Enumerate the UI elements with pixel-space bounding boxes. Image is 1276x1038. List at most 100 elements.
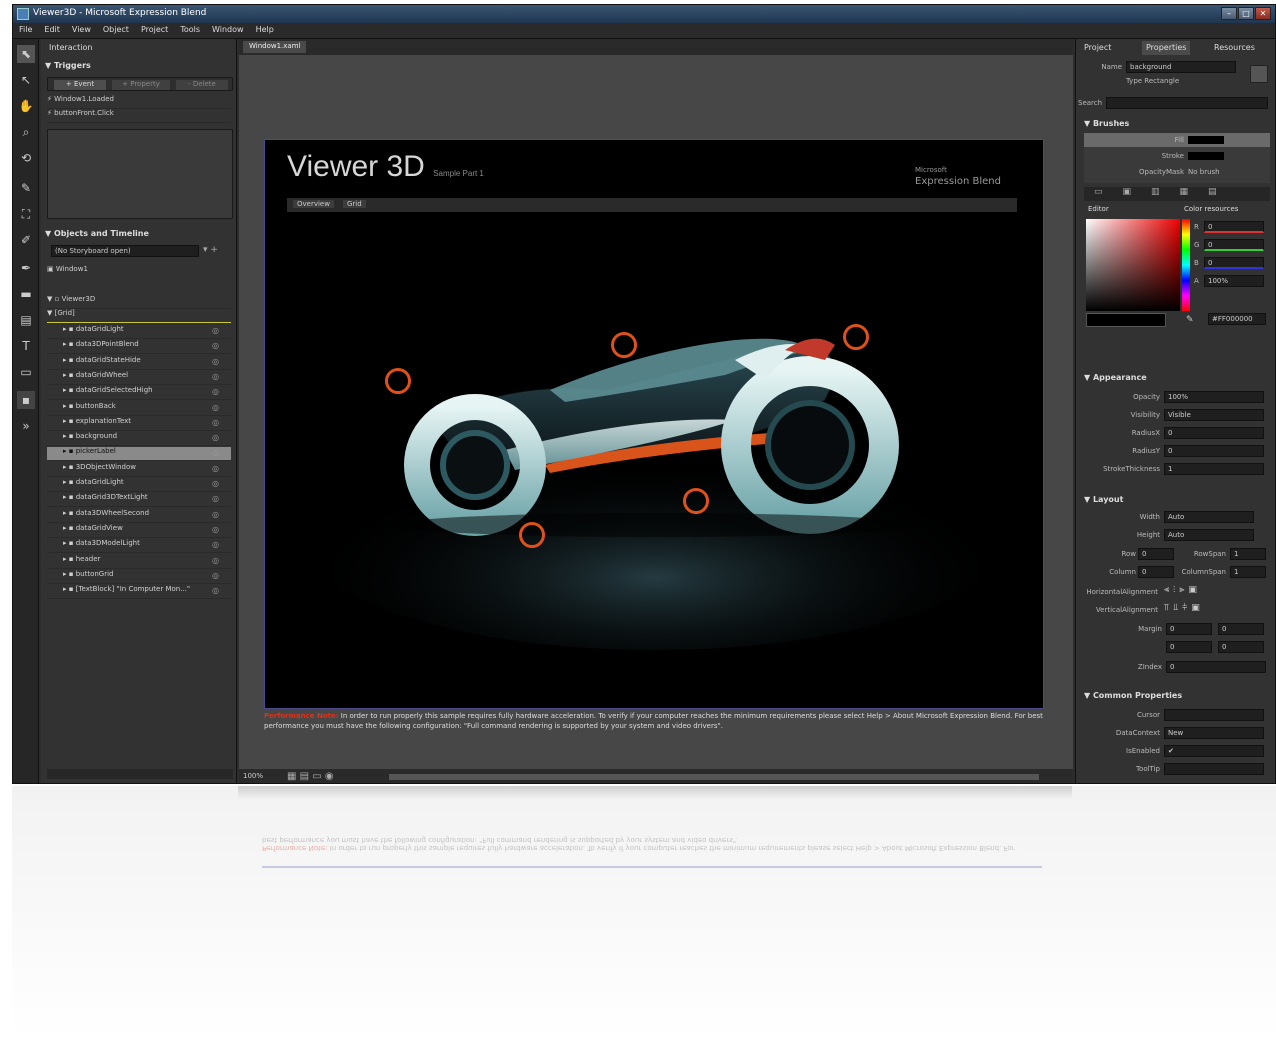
visibility-eye-icon[interactable]: ◎ xyxy=(212,494,219,503)
visibility-eye-icon[interactable]: ◎ xyxy=(212,372,219,381)
viewer3d-artboard[interactable]: Viewer 3D Sample Part 1 Microsoft Expres… xyxy=(264,139,1044,709)
visibility-eye-icon[interactable]: ◎ xyxy=(212,341,219,350)
g-field[interactable]: 0 xyxy=(1204,239,1264,251)
common-property-field[interactable]: ✔ xyxy=(1164,745,1264,757)
tab-color-resources[interactable]: Color resources xyxy=(1180,203,1242,217)
paint-bucket-icon[interactable]: ⛶ xyxy=(17,205,35,223)
delete-trigger-button[interactable]: - Delete xyxy=(176,80,228,90)
tree-item[interactable]: ▸ ▪ dataGridSelectedHigh ◎ xyxy=(47,386,231,401)
brush-transform-icon[interactable]: ✐ xyxy=(17,231,35,249)
appearance-field[interactable]: 1 xyxy=(1164,463,1264,475)
hotspot-marker[interactable] xyxy=(385,368,411,394)
tree-item[interactable]: ▸ ▪ 3DObjectWindow ◎ xyxy=(47,463,231,477)
asset-library-icon[interactable]: » xyxy=(17,417,35,435)
tree-item[interactable]: ▸ ▪ background ◎ xyxy=(47,432,231,447)
tree-item[interactable]: ▸ ▪ dataGrid3DTextLight ◎ xyxy=(47,493,231,508)
zoom-tool-icon[interactable]: ⌕ xyxy=(17,123,35,141)
tree-item[interactable]: ▸ ▪ buttonBack ◎ xyxy=(47,402,231,416)
tab-resources[interactable]: Resources xyxy=(1210,41,1259,55)
add-event-button[interactable]: + Event xyxy=(54,80,106,90)
zoom-level[interactable]: 100% xyxy=(243,772,263,780)
vertical-alignment-buttons[interactable]: ⫪⫫⫩▣ xyxy=(1164,603,1204,613)
menu-object[interactable]: Object xyxy=(97,23,135,36)
visibility-eye-icon[interactable]: ◎ xyxy=(212,403,219,412)
selection-tool-icon[interactable]: ⬉ xyxy=(17,45,35,63)
tree-item[interactable]: ▸ ▪ pickerLabel ◎ xyxy=(47,447,231,462)
menu-tools[interactable]: Tools xyxy=(174,23,206,36)
view-mode-icons[interactable]: ▦ ▤ ▭ ◉ xyxy=(287,771,334,782)
eyedropper-icon[interactable]: ✎ xyxy=(1186,315,1194,325)
brush-row-opacitymask[interactable]: OpacityMask No brush xyxy=(1084,165,1270,179)
margin-left-field[interactable]: 0 xyxy=(1166,623,1212,635)
appearance-field[interactable]: 0 xyxy=(1164,445,1264,457)
common-property-field[interactable] xyxy=(1164,763,1264,775)
a-field[interactable]: 100% xyxy=(1204,275,1264,287)
r-field[interactable]: 0 xyxy=(1204,221,1264,233)
rowspan-field[interactable]: 1 xyxy=(1230,548,1266,560)
tree-item[interactable]: ▸ ▪ explanationText ◎ xyxy=(47,417,231,431)
tree-item[interactable]: ▸ ▪ header ◎ xyxy=(47,555,231,569)
name-field[interactable]: background xyxy=(1126,61,1236,73)
menu-project[interactable]: Project xyxy=(135,23,174,36)
appearance-field[interactable]: Visible xyxy=(1164,409,1264,421)
layout-root-item[interactable]: ▼ [Grid] xyxy=(47,309,231,323)
text-tool-icon[interactable]: T xyxy=(17,337,35,355)
color-picker-field[interactable] xyxy=(1086,219,1180,311)
tree-item[interactable]: ▸ ▪ data3DWheelSecond ◎ xyxy=(47,509,231,523)
visibility-eye-icon[interactable]: ◎ xyxy=(212,510,219,519)
eyedropper-icon[interactable]: ✎ xyxy=(17,179,35,197)
menu-help[interactable]: Help xyxy=(250,23,280,36)
hotspot-marker[interactable] xyxy=(843,324,869,350)
trigger-item[interactable]: ⚡ buttonFront.Click xyxy=(47,109,231,123)
visibility-eye-icon[interactable]: ◎ xyxy=(212,418,219,427)
column-field[interactable]: 0 xyxy=(1138,566,1174,578)
visibility-eye-icon[interactable]: ◎ xyxy=(212,525,219,534)
margin-bottom-field[interactable]: 0 xyxy=(1218,641,1264,653)
tab-window1-xaml[interactable]: Window1.xaml xyxy=(243,41,307,53)
visibility-eye-icon[interactable]: ◎ xyxy=(212,571,219,580)
visibility-eye-icon[interactable]: ◎ xyxy=(212,433,219,442)
hue-slider[interactable] xyxy=(1182,219,1190,311)
visibility-eye-icon[interactable]: ◎ xyxy=(212,586,219,595)
tree-item[interactable]: ▸ ▪ data3DModelLight ◎ xyxy=(47,539,231,554)
tab-interaction[interactable]: Interaction xyxy=(45,41,96,55)
tree-item[interactable]: ▸ ▪ dataGridLight ◎ xyxy=(47,478,231,492)
tree-item[interactable]: ▸ ▪ dataGridView ◎ xyxy=(47,524,231,538)
columnspan-field[interactable]: 1 xyxy=(1230,566,1266,578)
visibility-eye-icon[interactable]: ◎ xyxy=(212,556,219,565)
viewer3d-root-item[interactable]: ▼ ▫ Viewer3D xyxy=(47,295,231,309)
grid-tool-icon[interactable]: ▤ xyxy=(17,311,35,329)
row-field[interactable]: 0 xyxy=(1138,548,1174,560)
visibility-eye-icon[interactable]: ◎ xyxy=(212,540,219,549)
brush-row-stroke[interactable]: Stroke xyxy=(1084,149,1270,163)
tree-item[interactable]: ▸ ▪ dataGridWheel ◎ xyxy=(47,371,231,385)
visibility-eye-icon[interactable]: ◎ xyxy=(212,448,219,457)
tree-item[interactable]: ▸ ▪ data3DPointBlend ◎ xyxy=(47,340,231,355)
maximize-button[interactable]: □ xyxy=(1238,7,1254,20)
root-window-item[interactable]: ▣ Window1 xyxy=(47,265,231,279)
hotspot-marker[interactable] xyxy=(683,488,709,514)
zindex-field[interactable]: 0 xyxy=(1166,661,1266,673)
hex-field[interactable]: #FF000000 xyxy=(1208,313,1266,325)
trigger-item[interactable]: ⚡ Window1.Loaded xyxy=(47,95,231,109)
margin-right-field[interactable]: 0 xyxy=(1166,641,1212,653)
tree-item[interactable]: ▸ ▪ [TextBlock] "In Computer Mon..." ◎ xyxy=(47,585,231,600)
menu-view[interactable]: View xyxy=(66,23,97,36)
visibility-eye-icon[interactable]: ◎ xyxy=(212,479,219,488)
hotspot-marker[interactable] xyxy=(519,522,545,548)
overview-button[interactable]: Overview xyxy=(293,200,334,208)
left-scrollbar[interactable] xyxy=(47,769,233,779)
width-field[interactable]: Auto xyxy=(1164,511,1254,523)
visibility-eye-icon[interactable]: ◎ xyxy=(212,357,219,366)
appearance-field[interactable]: 0 xyxy=(1164,427,1264,439)
common-property-field[interactable]: New xyxy=(1164,727,1264,739)
menu-file[interactable]: File xyxy=(13,23,38,36)
storyboard-add-icon[interactable]: ▾ + xyxy=(203,245,231,257)
b-field[interactable]: 0 xyxy=(1204,257,1264,269)
rectangle-tool-icon[interactable]: ▬ xyxy=(17,285,35,303)
tree-item[interactable]: ▸ ▪ dataGridStateHide ◎ xyxy=(47,356,231,370)
control-tool-icon[interactable]: ▭ xyxy=(17,363,35,381)
brush-row-fill[interactable]: Fill xyxy=(1084,133,1270,147)
common-property-field[interactable] xyxy=(1164,709,1264,721)
pan-tool-icon[interactable]: ✋ xyxy=(17,97,35,115)
